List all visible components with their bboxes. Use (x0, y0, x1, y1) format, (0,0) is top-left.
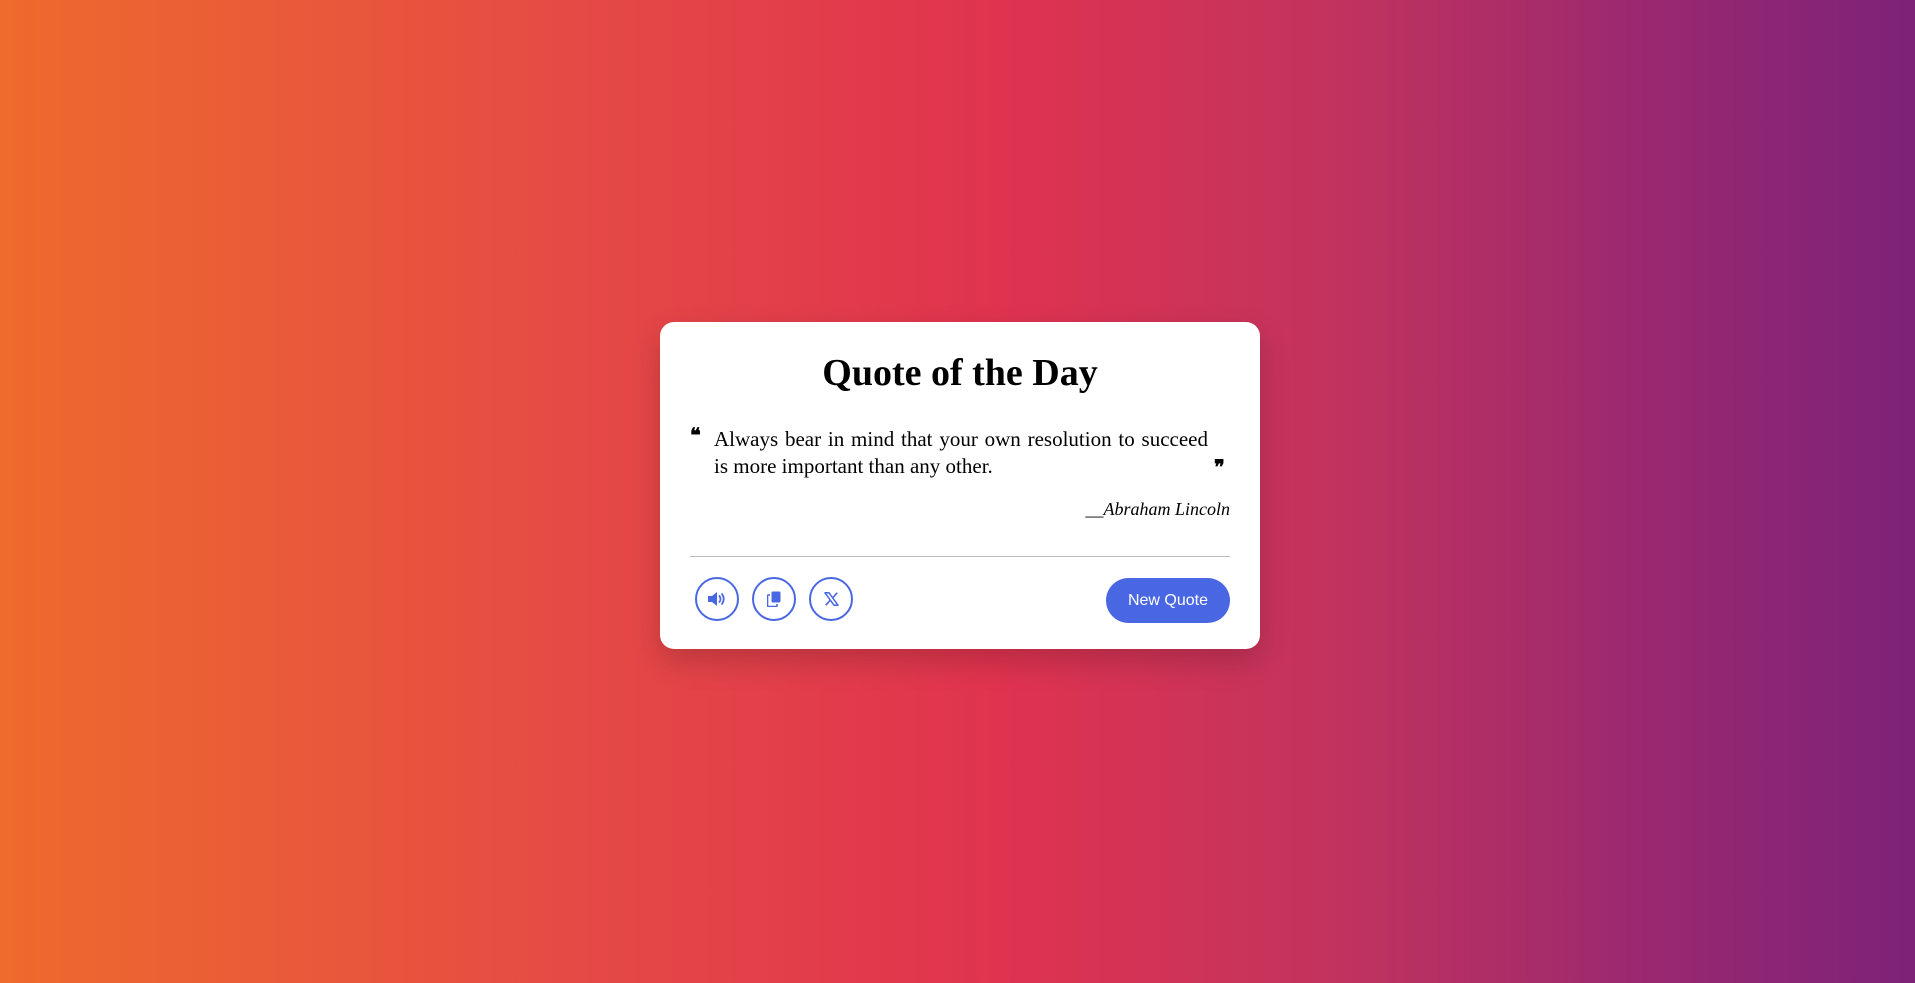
page-title: Quote of the Day (822, 352, 1098, 394)
open-quote-icon: ❝ (690, 425, 701, 447)
volume-icon (708, 592, 725, 606)
x-twitter-icon (823, 592, 839, 606)
quote-card: Quote of the Day ❝ Always bear in mind t… (660, 322, 1260, 649)
quote-author: __Abraham Lincoln (1085, 499, 1230, 519)
close-quote-icon: ❞ (1214, 457, 1225, 479)
speak-button[interactable] (695, 577, 739, 621)
copy-button[interactable] (752, 577, 796, 621)
divider (690, 556, 1230, 557)
copy-icon (767, 591, 781, 607)
new-quote-button[interactable]: New Quote (1106, 578, 1230, 623)
share-x-button[interactable] (809, 577, 853, 621)
quote-text: Always bear in mind that your own resolu… (714, 427, 1208, 478)
